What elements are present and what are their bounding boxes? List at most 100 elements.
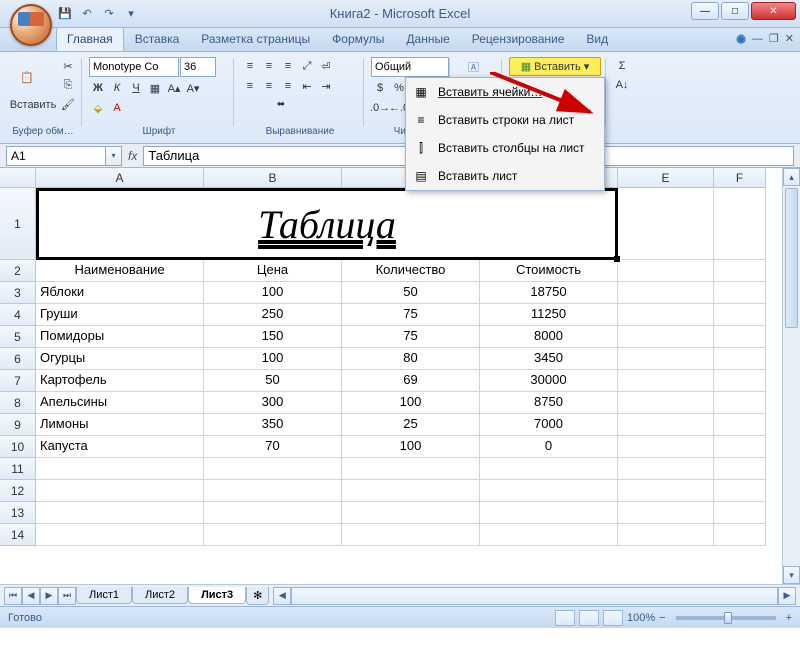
tab-home[interactable]: Главная <box>56 27 124 51</box>
row-header-11[interactable]: 11 <box>0 458 36 480</box>
col-header-f[interactable]: F <box>714 168 766 188</box>
cell-name[interactable]: Огурцы <box>36 348 204 370</box>
cell-name[interactable]: Картофель <box>36 370 204 392</box>
align-right-icon[interactable]: ≡ <box>279 77 297 95</box>
decrease-font-icon[interactable]: A▾ <box>184 79 202 97</box>
cell-cost[interactable]: 18750 <box>480 282 618 304</box>
view-pagebreak-icon[interactable] <box>603 610 623 626</box>
name-box[interactable]: A1 <box>6 146 106 166</box>
tab-page-layout[interactable]: Разметка страницы <box>190 27 321 51</box>
cells-area[interactable]: Таблица Наименование Цена Количество Сто… <box>36 188 782 584</box>
decrease-indent-icon[interactable]: ⇤ <box>298 77 316 95</box>
name-box-dropdown[interactable]: ▾ <box>106 146 122 166</box>
row-header-14[interactable]: 14 <box>0 524 36 546</box>
wb-close-icon[interactable]: ✕ <box>785 32 794 45</box>
align-top-icon[interactable]: ≡ <box>241 57 259 75</box>
menu-insert-rows[interactable]: ≡ Вставить строки на лист <box>406 106 604 134</box>
wb-restore-icon[interactable]: ❐ <box>769 32 779 45</box>
cell-name[interactable]: Помидоры <box>36 326 204 348</box>
menu-insert-cols[interactable]: ⫿ Вставить столбцы на лист <box>406 134 604 162</box>
cell-cost[interactable]: 8000 <box>480 326 618 348</box>
header-cost[interactable]: Стоимость <box>480 260 618 282</box>
orientation-icon[interactable]: ⤢ <box>298 57 316 75</box>
tab-formulas[interactable]: Формулы <box>321 27 395 51</box>
redo-icon[interactable]: ↷ <box>100 5 118 23</box>
sheet-tab-3[interactable]: Лист3 <box>188 587 246 604</box>
sheet-nav-next[interactable]: ▶ <box>40 587 58 605</box>
scroll-thumb[interactable] <box>785 188 798 328</box>
cell-qty[interactable]: 80 <box>342 348 480 370</box>
fill-color-button[interactable]: ⬙ <box>89 99 107 117</box>
font-size-select[interactable] <box>180 57 216 77</box>
cell-price[interactable]: 70 <box>204 436 342 458</box>
cell-cost[interactable]: 11250 <box>480 304 618 326</box>
italic-button[interactable]: К <box>108 79 126 97</box>
cell-price[interactable]: 100 <box>204 282 342 304</box>
cell-qty[interactable]: 75 <box>342 304 480 326</box>
minimize-button[interactable]: — <box>691 2 719 20</box>
sheet-tab-2[interactable]: Лист2 <box>132 587 188 604</box>
row-header-8[interactable]: 8 <box>0 392 36 414</box>
row-header-6[interactable]: 6 <box>0 348 36 370</box>
sheet-nav-prev[interactable]: ◀ <box>22 587 40 605</box>
cell-cost[interactable]: 30000 <box>480 370 618 392</box>
cell-a1-merged[interactable]: Таблица <box>36 188 618 260</box>
col-header-a[interactable]: A <box>36 168 204 188</box>
hscroll-right[interactable]: ▶ <box>778 587 796 605</box>
sort-filter-button[interactable]: A↓ <box>613 76 631 94</box>
menu-insert-cells[interactable]: ▦ Вставить ячейки… <box>406 78 604 106</box>
row-header-12[interactable]: 12 <box>0 480 36 502</box>
cell-price[interactable]: 100 <box>204 348 342 370</box>
menu-insert-sheet[interactable]: ▤ Вставить лист <box>406 162 604 190</box>
cell-price[interactable]: 350 <box>204 414 342 436</box>
vertical-scrollbar[interactable]: ▴ ▾ <box>782 168 800 584</box>
select-all-corner[interactable] <box>0 168 36 188</box>
cell-name[interactable]: Яблоки <box>36 282 204 304</box>
horizontal-scrollbar[interactable]: ◀ ▶ <box>273 587 796 605</box>
copy-icon[interactable]: ⎘ <box>59 76 77 94</box>
cell-price[interactable]: 50 <box>204 370 342 392</box>
tab-review[interactable]: Рецензирование <box>461 27 576 51</box>
insert-button[interactable]: ▦ Вставить ▾ <box>509 57 601 76</box>
cell-qty[interactable]: 75 <box>342 326 480 348</box>
header-price[interactable]: Цена <box>204 260 342 282</box>
currency-icon[interactable]: $ <box>371 79 389 97</box>
cell-qty[interactable]: 50 <box>342 282 480 304</box>
font-color-button[interactable]: A <box>108 99 126 117</box>
cell-name[interactable]: Апельсины <box>36 392 204 414</box>
cell-price[interactable]: 300 <box>204 392 342 414</box>
bold-button[interactable]: Ж <box>89 79 107 97</box>
row-header-13[interactable]: 13 <box>0 502 36 524</box>
office-button[interactable] <box>10 4 52 46</box>
row-header-7[interactable]: 7 <box>0 370 36 392</box>
cell-qty[interactable]: 100 <box>342 436 480 458</box>
sheet-tab-1[interactable]: Лист1 <box>76 587 132 604</box>
cut-icon[interactable]: ✂ <box>59 57 77 75</box>
number-format-select[interactable] <box>371 57 449 77</box>
zoom-slider[interactable] <box>676 616 776 620</box>
sheet-nav-last[interactable]: ⏭ <box>58 587 76 605</box>
border-button[interactable]: ▦ <box>146 79 164 97</box>
cell-qty[interactable]: 69 <box>342 370 480 392</box>
undo-icon[interactable]: ↶ <box>78 5 96 23</box>
format-painter-icon[interactable]: 🖌 <box>59 95 77 113</box>
merge-center-button[interactable]: ⬌ <box>241 97 321 112</box>
align-left-icon[interactable]: ≡ <box>241 77 259 95</box>
cell-cost[interactable]: 8750 <box>480 392 618 414</box>
scroll-down-icon[interactable]: ▾ <box>783 566 800 584</box>
row-header-3[interactable]: 3 <box>0 282 36 304</box>
cell-name[interactable]: Капуста <box>36 436 204 458</box>
new-sheet-button[interactable]: ✻ <box>246 587 269 605</box>
cell-cost[interactable]: 0 <box>480 436 618 458</box>
qat-dropdown-icon[interactable]: ▾ <box>122 5 140 23</box>
row-header-2[interactable]: 2 <box>0 260 36 282</box>
spreadsheet-grid[interactable]: A B C D E F 1 2 3 4 5 6 7 8 9 10 11 12 1… <box>0 168 800 584</box>
save-icon[interactable]: 💾 <box>56 5 74 23</box>
wrap-text-icon[interactable]: ⏎ <box>317 57 335 75</box>
align-middle-icon[interactable]: ≡ <box>260 57 278 75</box>
fx-icon[interactable]: fx <box>128 149 137 163</box>
maximize-button[interactable]: □ <box>721 2 749 20</box>
zoom-level[interactable]: 100% <box>627 612 655 624</box>
view-normal-icon[interactable] <box>555 610 575 626</box>
paste-button[interactable]: 📋 Вставить <box>9 57 57 125</box>
